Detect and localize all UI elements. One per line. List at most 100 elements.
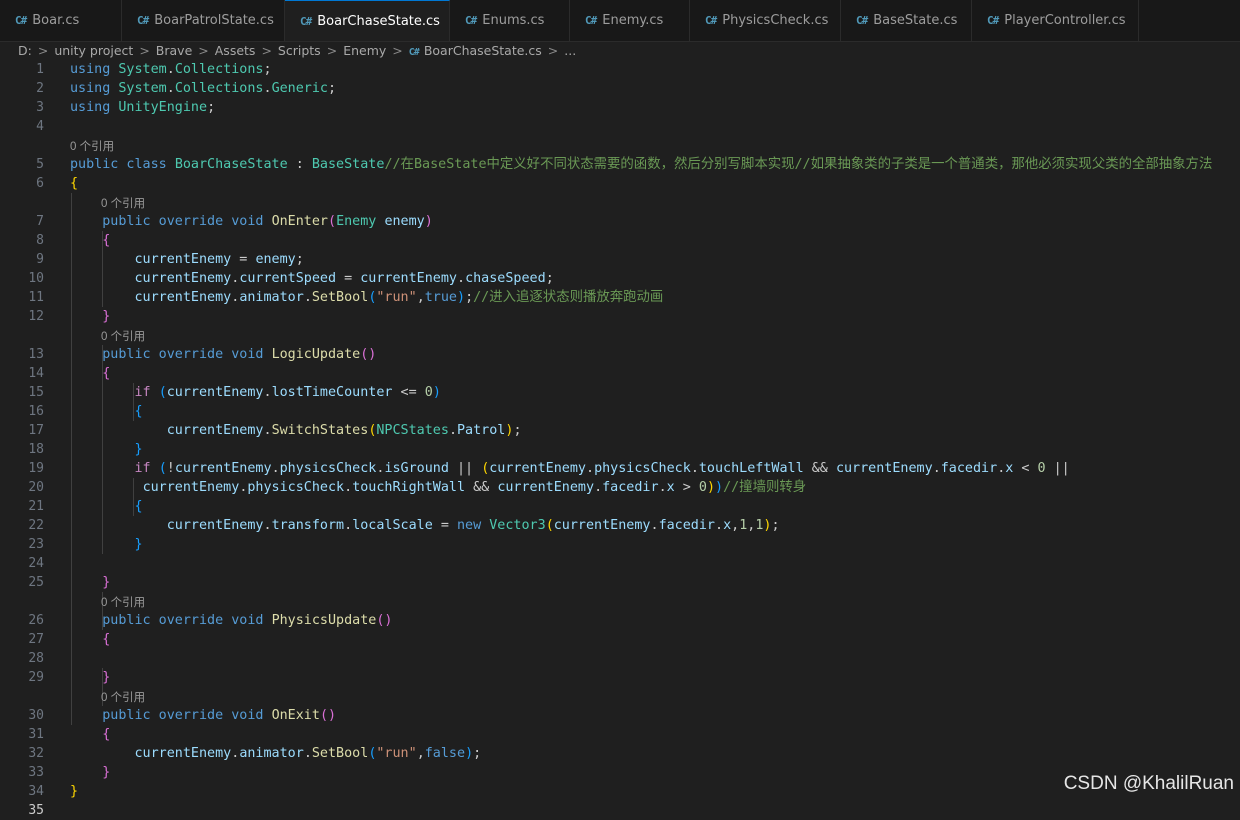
- code-text: public override void OnExit(): [102, 708, 337, 723]
- code-line[interactable]: 19 if (!currentEnemy.physicsCheck.isGrou…: [0, 459, 1240, 478]
- code-line[interactable]: 10 currentEnemy.currentSpeed = currentEn…: [0, 269, 1240, 288]
- tab-boar[interactable]: C# Boar.cs: [0, 0, 122, 41]
- tab-label: PlayerController.cs: [1004, 13, 1126, 28]
- code-text: }: [134, 537, 143, 552]
- code-line[interactable]: 4: [0, 117, 1240, 136]
- code-line[interactable]: 26 public override void PhysicsUpdate(): [0, 611, 1240, 630]
- breadcrumb-item[interactable]: Scripts: [278, 43, 321, 58]
- code-text: if (currentEnemy.lostTimeCounter <= 0): [134, 385, 441, 400]
- chevron-right-icon: >: [37, 43, 49, 58]
- code-line[interactable]: 6{: [0, 174, 1240, 193]
- code-line[interactable]: 22 currentEnemy.transform.localScale = n…: [0, 516, 1240, 535]
- tab-enemy[interactable]: C# Enemy.cs: [570, 0, 690, 41]
- tab-label: Enemy.cs: [602, 13, 664, 28]
- tab-basestate[interactable]: C# BaseState.cs: [841, 0, 972, 41]
- breadcrumb-item[interactable]: Brave: [156, 43, 192, 58]
- breadcrumb-label: unity project: [54, 43, 134, 58]
- code-editor[interactable]: 1 using System.Collections; 2 using System.…: [0, 60, 1240, 818]
- breadcrumb-item[interactable]: ...: [564, 43, 576, 58]
- code-text: currentEnemy.transform.localScale = new …: [166, 518, 780, 533]
- code-text: {: [102, 727, 111, 742]
- code-line[interactable]: 24: [0, 554, 1240, 573]
- breadcrumb-label: Assets: [214, 43, 256, 58]
- breadcrumb-item[interactable]: Assets: [215, 43, 256, 58]
- code-text: public override void LogicUpdate(): [102, 347, 377, 362]
- tab-label: PhysicsCheck.cs: [722, 13, 829, 28]
- line-number: 23: [28, 537, 44, 552]
- tab-boarchasestate[interactable]: C# BoarChaseState.cs: [285, 0, 450, 41]
- code-line[interactable]: 15 if (currentEnemy.lostTimeCounter <= 0…: [0, 383, 1240, 402]
- code-line[interactable]: 21 {: [0, 497, 1240, 516]
- line-number: 21: [28, 499, 44, 514]
- csharp-file-icon: C#: [15, 14, 27, 27]
- code-text: {: [134, 404, 143, 419]
- csharp-file-icon: C#: [465, 14, 477, 27]
- line-number: 31: [28, 727, 44, 742]
- breadcrumb-item[interactable]: D:: [18, 43, 32, 58]
- code-line[interactable]: 13 public override void LogicUpdate(): [0, 345, 1240, 364]
- codelens-references[interactable]: 0 个引用: [0, 687, 1240, 706]
- code-line[interactable]: 16 {: [0, 402, 1240, 421]
- csharp-file-icon: C#: [987, 14, 999, 27]
- code-text: using System.Collections;: [70, 62, 272, 77]
- code-text: {: [102, 632, 111, 647]
- code-line[interactable]: 7 public override void OnEnter(Enemy ene…: [0, 212, 1240, 231]
- code-line[interactable]: 25 }: [0, 573, 1240, 592]
- code-line[interactable]: 2 using System.Collections.Generic;: [0, 79, 1240, 98]
- code-line[interactable]: 34}: [0, 782, 1240, 801]
- code-text: {: [102, 233, 111, 248]
- csharp-file-icon: C#: [585, 14, 597, 27]
- line-number: 8: [36, 233, 44, 248]
- tab-boarpatrolstate[interactable]: C# BoarPatrolState.cs: [122, 0, 285, 41]
- code-text: currentEnemy.animator.SetBool("run",fals…: [134, 746, 482, 761]
- code-line[interactable]: 3 using UnityEngine;: [0, 98, 1240, 117]
- code-text: using System.Collections.Generic;: [70, 81, 337, 96]
- code-line[interactable]: 27 {: [0, 630, 1240, 649]
- code-line[interactable]: 33 }: [0, 763, 1240, 782]
- code-line[interactable]: 20 currentEnemy.physicsCheck.touchRightW…: [0, 478, 1240, 497]
- line-number: 19: [28, 461, 44, 476]
- code-text: }: [102, 575, 111, 590]
- line-number: 33: [28, 765, 44, 780]
- code-line[interactable]: 35: [0, 801, 1240, 820]
- code-line[interactable]: 32 currentEnemy.animator.SetBool("run",f…: [0, 744, 1240, 763]
- code-line[interactable]: 17 currentEnemy.SwitchStates(NPCStates.P…: [0, 421, 1240, 440]
- code-line[interactable]: 8 {: [0, 231, 1240, 250]
- code-line[interactable]: 23 }: [0, 535, 1240, 554]
- code-line[interactable]: 9 currentEnemy = enemy;: [0, 250, 1240, 269]
- code-line[interactable]: 18 }: [0, 440, 1240, 459]
- line-number: 5: [36, 157, 44, 172]
- code-text: {: [70, 176, 79, 191]
- csharp-file-icon: C#: [705, 14, 717, 27]
- code-line[interactable]: 28: [0, 649, 1240, 668]
- tab-label: BoarChaseState.cs: [317, 13, 440, 29]
- line-number: 30: [28, 708, 44, 723]
- line-number: 24: [28, 556, 44, 571]
- codelens-references[interactable]: 0 个引用: [0, 326, 1240, 345]
- codelens-references[interactable]: 0 个引用: [0, 193, 1240, 212]
- code-line[interactable]: 5 public class BoarChaseState : BaseState…: [0, 155, 1240, 174]
- code-line[interactable]: 29 }: [0, 668, 1240, 687]
- breadcrumb-item[interactable]: C# BoarChaseState.cs: [409, 43, 542, 58]
- code-line[interactable]: 30 public override void OnExit(): [0, 706, 1240, 725]
- code-line[interactable]: 14 {: [0, 364, 1240, 383]
- code-text: public override void PhysicsUpdate(): [102, 613, 393, 628]
- line-number: 16: [28, 404, 44, 419]
- tab-playercontroller[interactable]: C# PlayerController.cs: [972, 0, 1139, 41]
- code-line[interactable]: 1 using System.Collections;: [0, 60, 1240, 79]
- breadcrumb-label: Scripts: [277, 43, 321, 58]
- breadcrumb-item[interactable]: unity project: [54, 43, 133, 58]
- codelens-references[interactable]: 0 个引用: [0, 136, 1240, 155]
- code-line[interactable]: 11 currentEnemy.animator.SetBool("run",t…: [0, 288, 1240, 307]
- code-line[interactable]: 12 }: [0, 307, 1240, 326]
- tab-enums[interactable]: C# Enums.cs: [450, 0, 570, 41]
- code-line[interactable]: 31 {: [0, 725, 1240, 744]
- tab-label: Boar.cs: [32, 13, 80, 28]
- line-number: 29: [28, 670, 44, 685]
- tab-physicscheck[interactable]: C# PhysicsCheck.cs: [690, 0, 841, 41]
- line-number: 12: [28, 309, 44, 324]
- breadcrumb-item[interactable]: Enemy: [343, 43, 386, 58]
- chevron-right-icon: >: [139, 43, 150, 58]
- code-text: {: [102, 366, 111, 381]
- codelens-references[interactable]: 0 个引用: [0, 592, 1240, 611]
